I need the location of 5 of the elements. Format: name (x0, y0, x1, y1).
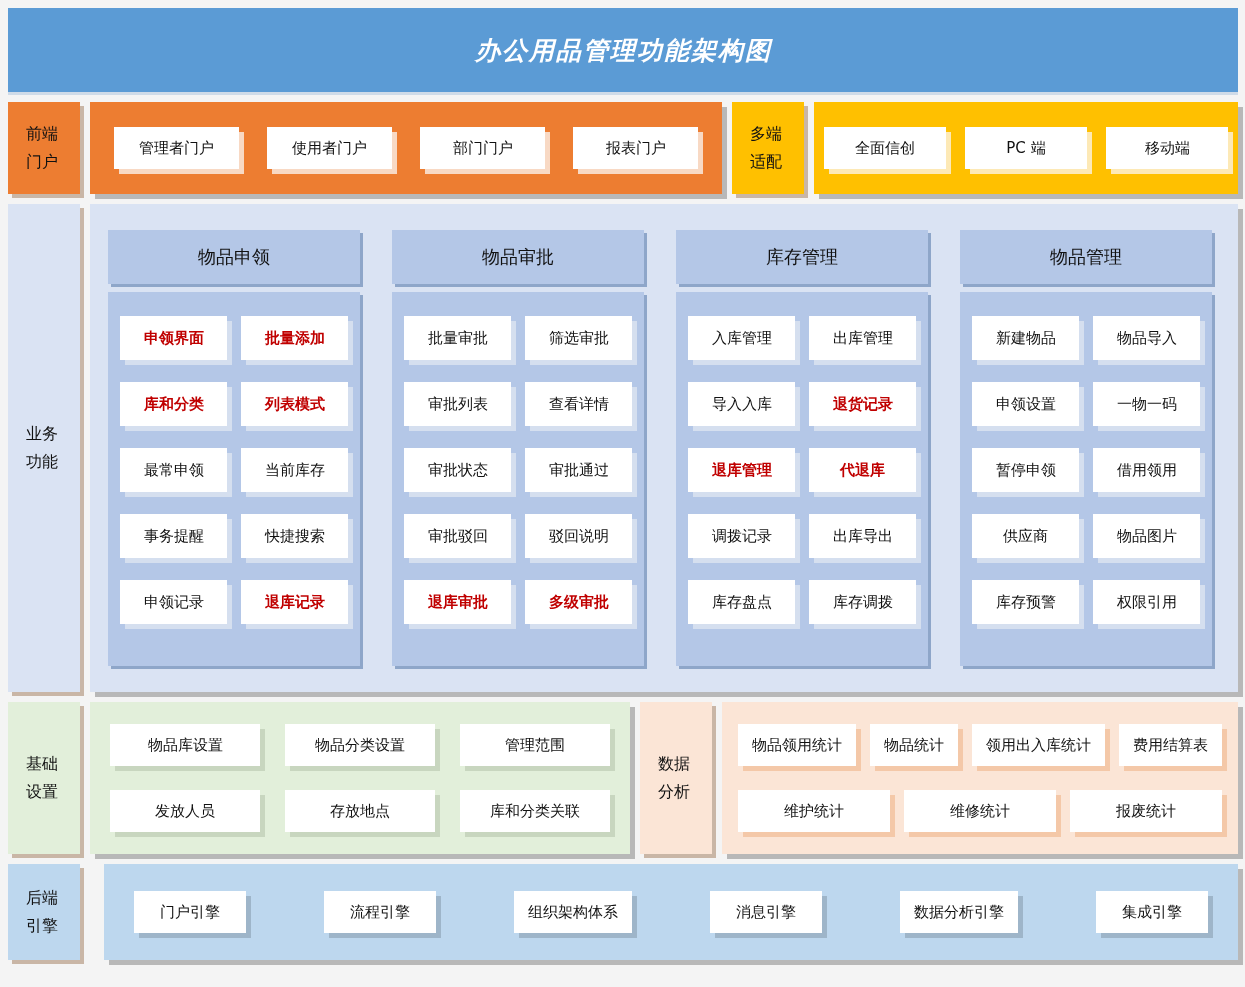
module-header: 物品管理 (960, 230, 1212, 284)
module-header: 物品申领 (108, 230, 360, 284)
module-header: 物品审批 (392, 230, 644, 284)
diagram-title: 办公用品管理功能架构图 (8, 8, 1238, 92)
module-header: 库存管理 (676, 230, 928, 284)
